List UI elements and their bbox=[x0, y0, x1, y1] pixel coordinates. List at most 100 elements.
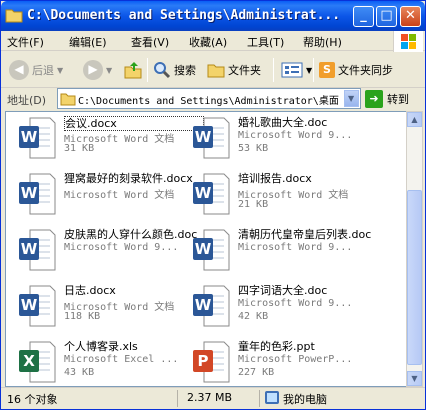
svg-text:W: W bbox=[195, 184, 212, 202]
file-name: 培训报告.docx bbox=[238, 172, 312, 185]
word-icon: W bbox=[193, 229, 230, 271]
file-type: Microsoft Word 9... bbox=[238, 298, 353, 309]
search-icon bbox=[154, 62, 171, 79]
word-icon: W bbox=[193, 173, 230, 215]
file-name: 童年的色彩.ppt bbox=[238, 340, 315, 353]
views-button[interactable]: ▼ bbox=[281, 56, 312, 84]
menu-help[interactable]: 帮助(H) bbox=[303, 34, 342, 50]
svg-text:W: W bbox=[21, 184, 38, 202]
menu-bar: 文件(F) 编辑(E) 查看(V) 收藏(A) 工具(T) 帮助(H) bbox=[1, 31, 425, 51]
file-size: 53 KB bbox=[238, 143, 269, 154]
svg-text:W: W bbox=[21, 128, 38, 146]
menu-favorites[interactable]: 收藏(A) bbox=[189, 34, 227, 50]
address-dropdown-button[interactable]: ▼ bbox=[344, 90, 359, 107]
location-label: 我的电脑 bbox=[283, 393, 327, 406]
word-icon: W bbox=[19, 117, 56, 159]
word-icon: W bbox=[19, 229, 56, 271]
svg-text:X: X bbox=[23, 352, 35, 370]
scroll-thumb[interactable] bbox=[407, 190, 422, 365]
back-button[interactable]: ◀ 后退 ▼ bbox=[9, 56, 63, 84]
word-icon: W bbox=[19, 285, 56, 327]
file-type: Microsoft Word 9... bbox=[238, 130, 353, 141]
menu-file[interactable]: 文件(F) bbox=[7, 34, 44, 50]
title-bar[interactable]: C:\Documents and Settings\Administrat...… bbox=[1, 1, 425, 31]
file-name: 清朝历代皇帝皇后列表.doc bbox=[238, 228, 372, 241]
file-type: Microsoft Word 9... bbox=[238, 242, 353, 253]
folder-icon bbox=[60, 93, 76, 106]
windows-logo-icon bbox=[393, 31, 423, 53]
explorer-window: C:\Documents and Settings\Administrat...… bbox=[0, 0, 426, 410]
vertical-scrollbar[interactable]: ▲ ▼ bbox=[406, 111, 423, 387]
menu-view[interactable]: 查看(V) bbox=[131, 34, 169, 50]
file-item[interactable]: W 清朝历代皇帝皇后列表.doc Microsoft Word 9... bbox=[188, 226, 388, 282]
maximize-button[interactable]: □ bbox=[376, 6, 397, 27]
chevron-down-icon: ▼ bbox=[57, 65, 64, 75]
file-size: 31 KB bbox=[64, 143, 95, 154]
close-button[interactable]: ✕ bbox=[400, 6, 421, 27]
address-label: 地址(D) bbox=[7, 94, 47, 107]
file-item[interactable]: W 四字词语大全.doc Microsoft Word 9... 42 KB bbox=[188, 282, 388, 338]
chevron-down-icon: ▼ bbox=[306, 65, 313, 75]
back-arrow-icon: ◀ bbox=[9, 60, 29, 80]
file-item[interactable]: W 日志.docx Microsoft Word 文档 118 KB bbox=[14, 282, 214, 338]
file-item[interactable]: W 会议.docx Microsoft Word 文档 31 KB bbox=[14, 114, 214, 170]
file-item[interactable]: W 培训报告.docx Microsoft Word 文档 21 KB bbox=[188, 170, 388, 226]
up-folder-button[interactable] bbox=[123, 56, 143, 84]
svg-text:W: W bbox=[21, 240, 38, 258]
search-button[interactable]: 搜索 bbox=[153, 56, 196, 84]
minimize-button[interactable]: _ bbox=[353, 6, 374, 27]
chevron-down-icon: ▼ bbox=[106, 65, 113, 75]
file-type: Microsoft Word 9... bbox=[64, 242, 179, 253]
scroll-up-button[interactable]: ▲ bbox=[407, 112, 422, 127]
file-item[interactable]: W 皮肤黑的人穿什么颜色.doc Microsoft Word 9... bbox=[14, 226, 214, 282]
file-size: 21 KB bbox=[238, 199, 269, 210]
file-item[interactable]: W 婚礼歌曲大全.doc Microsoft Word 9... 53 KB bbox=[188, 114, 388, 170]
address-bar: 地址(D) C:\Documents and Settings\Administ… bbox=[1, 88, 425, 110]
file-size: 118 KB bbox=[64, 311, 101, 322]
file-name: 个人博客录.xls bbox=[64, 340, 138, 353]
file-name: 四字词语大全.doc bbox=[238, 284, 328, 297]
forward-button[interactable]: ▶ ▼ bbox=[83, 56, 112, 84]
sync-icon: S bbox=[319, 62, 335, 78]
file-name: 皮肤黑的人穿什么颜色.doc bbox=[64, 228, 198, 241]
folder-sync-button[interactable]: S 文件夹同步 bbox=[319, 56, 393, 84]
status-divider bbox=[177, 390, 178, 407]
svg-text:W: W bbox=[195, 296, 212, 314]
toolbar-separator bbox=[273, 58, 274, 82]
svg-text:W: W bbox=[21, 296, 38, 314]
toolbar: ◀ 后退 ▼ ▶ ▼ 搜索 文件夹 ▼ S 文件夹同步 bbox=[1, 52, 425, 88]
views-icon bbox=[281, 62, 303, 78]
file-item[interactable]: W 狸窝最好的刻录软件.docx Microsoft Word 文档 bbox=[14, 170, 214, 226]
file-type: Microsoft Word 文档 bbox=[64, 190, 175, 201]
scroll-down-button[interactable]: ▼ bbox=[407, 371, 422, 386]
svg-text:P: P bbox=[198, 352, 209, 370]
file-list: W 会议.docx Microsoft Word 文档 31 KB W 婚礼歌曲大全.do… bbox=[5, 111, 407, 387]
up-folder-icon bbox=[124, 62, 142, 79]
status-bar: 16 个对象 2.37 MB 我的电脑 bbox=[1, 387, 425, 409]
file-item[interactable]: P 童年的色彩.ppt Microsoft PowerP... 227 KB bbox=[188, 338, 388, 386]
file-size: 42 KB bbox=[238, 311, 269, 322]
svg-text:W: W bbox=[195, 240, 212, 258]
file-size: 43 KB bbox=[64, 367, 95, 378]
go-arrow-icon: ➜ bbox=[365, 90, 383, 108]
file-type: Microsoft PowerP... bbox=[238, 354, 353, 365]
file-size: 227 KB bbox=[238, 367, 275, 378]
go-button[interactable]: ➜ 转到 bbox=[365, 89, 409, 109]
folder-icon bbox=[5, 9, 23, 23]
address-input[interactable]: C:\Documents and Settings\Administrator\… bbox=[57, 88, 361, 109]
file-item[interactable]: X 个人博客录.xls Microsoft Excel ... 43 KB bbox=[14, 338, 214, 386]
folder-icon bbox=[207, 64, 225, 78]
object-count: 16 个对象 bbox=[7, 393, 58, 406]
word-icon: W bbox=[19, 173, 56, 215]
forward-arrow-icon: ▶ bbox=[83, 60, 103, 80]
status-divider bbox=[259, 390, 260, 407]
menu-edit[interactable]: 编辑(E) bbox=[69, 34, 107, 50]
menu-tools[interactable]: 工具(T) bbox=[247, 34, 284, 50]
window-title: C:\Documents and Settings\Administrat... bbox=[27, 8, 341, 23]
powerpoint-icon: P bbox=[193, 341, 230, 383]
word-icon: W bbox=[193, 117, 230, 159]
address-value: C:\Documents and Settings\Administrator\… bbox=[78, 96, 339, 107]
folders-button[interactable]: 文件夹 bbox=[207, 56, 261, 84]
chevron-down-icon: ▼ bbox=[348, 94, 355, 103]
toolbar-separator bbox=[313, 58, 314, 82]
